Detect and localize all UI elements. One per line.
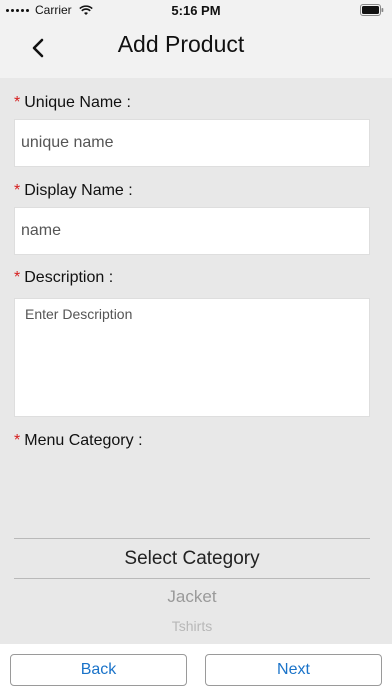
- picker-selected-option[interactable]: Select Category: [14, 548, 370, 570]
- status-time: 5:16 PM: [171, 3, 221, 18]
- back-button[interactable]: Back: [10, 654, 187, 686]
- add-product-form: *Unique Name : *Display Name : *Descript…: [0, 78, 392, 644]
- picker-divider-top: [14, 538, 370, 539]
- description-field: [14, 298, 370, 417]
- category-picker[interactable]: Select Category Jacket Tshirts: [14, 538, 370, 644]
- battery-icon: [360, 4, 384, 16]
- display-name-input[interactable]: [15, 208, 369, 254]
- bottom-action-bar: Back Next: [0, 644, 392, 696]
- required-marker: *: [14, 269, 21, 286]
- display-name-field: [14, 207, 370, 255]
- unique-name-field: [14, 119, 370, 167]
- picker-divider-bottom: [14, 578, 370, 579]
- menu-category-label-text: Menu Category :: [24, 432, 143, 449]
- picker-option-jacket[interactable]: Jacket: [14, 587, 370, 607]
- unique-name-input[interactable]: [15, 120, 369, 166]
- required-marker: *: [14, 432, 21, 449]
- display-name-label: * Display Name :: [14, 182, 133, 200]
- page-title: Add Product: [117, 31, 245, 57]
- picker-option-tshirts[interactable]: Tshirts: [14, 618, 370, 634]
- unique-name-label: * Unique Name :: [14, 94, 131, 112]
- description-label: * Description :: [14, 269, 113, 287]
- description-textarea[interactable]: [15, 299, 369, 416]
- status-bar: Carrier 5:16 PM: [0, 0, 392, 20]
- next-button[interactable]: Next: [205, 654, 382, 686]
- required-marker: *: [14, 94, 21, 111]
- unique-name-label-text: Unique Name :: [24, 94, 131, 111]
- navigation-bar: Add Product: [0, 20, 392, 78]
- menu-category-label: * Menu Category :: [14, 432, 143, 450]
- display-name-label-text: Display Name :: [24, 182, 133, 199]
- description-label-text: Description :: [24, 269, 114, 286]
- required-marker: *: [14, 182, 21, 199]
